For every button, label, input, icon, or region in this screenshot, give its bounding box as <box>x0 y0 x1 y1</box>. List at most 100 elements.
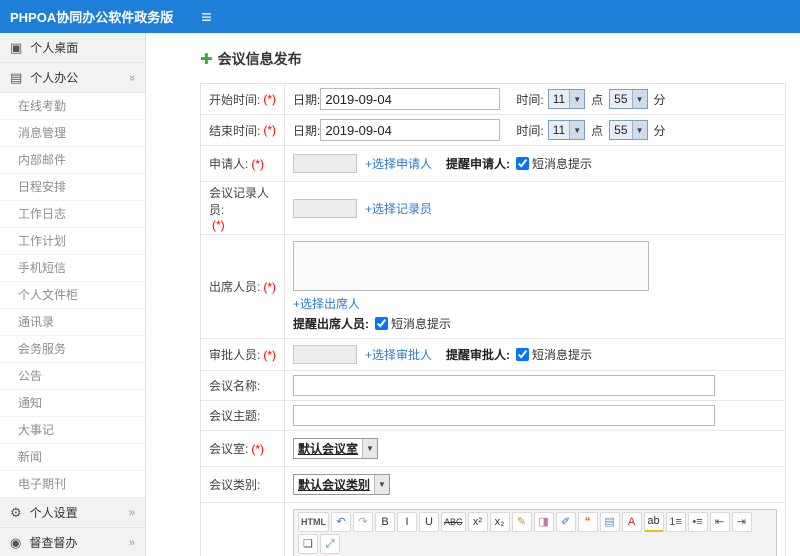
choose-attendees-link[interactable]: +选择出席人 <box>293 295 360 312</box>
required-mark: (*) <box>251 156 265 171</box>
strikethrough-icon[interactable]: ABC <box>441 512 466 532</box>
required-mark: (*) <box>263 347 277 362</box>
required-mark: (*) <box>263 123 277 137</box>
page-title-text: 会议信息发布 <box>217 51 302 67</box>
form-row-end-time: 结束时间: (*) 日期: 时间: 11 ▼ 点 55 ▼ <box>201 115 785 146</box>
choose-approver-link[interactable]: +选择审批人 <box>365 346 432 363</box>
new-document-icon[interactable]: ❏ <box>298 534 318 554</box>
form-row-approver: 审批人员: (*) +选择审批人 提醒审批人: 短消息提示 <box>201 339 785 371</box>
form-row-start-time: 开始时间: (*) 日期: 时间: 11 ▼ 点 55 ▼ <box>201 84 785 115</box>
choose-applicant-link[interactable]: +选择申请人 <box>365 155 432 172</box>
chevron-down-icon: ▼ <box>631 90 647 108</box>
meeting-name-label: 会议名称: <box>209 379 261 393</box>
recorder-label: 会议记录人员: <box>209 186 270 217</box>
sidebar-item[interactable]: 工作计划 <box>0 228 145 255</box>
pencil-icon[interactable]: ✎ <box>511 512 532 532</box>
meeting-category-label: 会议类别: <box>209 478 261 492</box>
underline-icon[interactable]: U <box>419 512 439 532</box>
chevron-down-icon: ▼ <box>569 90 585 108</box>
sidebar-item[interactable]: 公告 <box>0 363 145 390</box>
undo-icon[interactable]: ↶ <box>331 512 351 532</box>
sidebar-item[interactable]: 新闻 <box>0 444 145 471</box>
meeting-name-input[interactable] <box>293 375 715 396</box>
editor-toolbar-row1: HTML ↶ ↷ B I U ABC x² x₂ ✎ ◨ ✐ ❝ ▤ A ab … <box>294 510 776 556</box>
choose-recorder-link[interactable]: +选择记录员 <box>365 200 432 217</box>
bold-icon[interactable]: B <box>375 512 395 532</box>
indent-icon[interactable]: ⇥ <box>731 512 752 532</box>
sidebar-item[interactable]: 内部邮件 <box>0 147 145 174</box>
hamburger-menu-icon[interactable]: ≡ <box>201 8 212 26</box>
italic-icon[interactable]: I <box>397 512 417 532</box>
date-label: 日期: <box>293 92 321 107</box>
start-minute-select[interactable]: 55 ▼ <box>609 89 648 109</box>
sidebar-item[interactable]: 消息管理 <box>0 120 145 147</box>
sidebar-item-desktop[interactable]: ▣ 个人桌面 <box>0 33 145 63</box>
form-row-recorder: 会议记录人员: (*) +选择记录员 <box>201 182 785 235</box>
sidebar-item[interactable]: 日程安排 <box>0 174 145 201</box>
end-minute-select[interactable]: 55 ▼ <box>609 120 648 140</box>
sidebar-item[interactable]: 电子期刊 <box>0 471 145 498</box>
sidebar-item-office[interactable]: ▤ 个人办公 » <box>0 63 145 93</box>
sidebar-item[interactable]: 在线考勤 <box>0 93 145 120</box>
subscript-icon[interactable]: x₂ <box>489 512 510 532</box>
minute-unit: 分 <box>653 123 666 138</box>
form-row-meeting-room: 会议室: (*) 默认会议室 ▼ <box>201 431 785 467</box>
hour-unit: 点 <box>591 123 604 138</box>
eraser-icon[interactable]: ◨ <box>533 512 554 532</box>
recorder-input[interactable] <box>293 198 357 218</box>
sidebar-item-label: 个人设置 <box>29 506 78 520</box>
meeting-room-select[interactable]: 默认会议室 ▼ <box>293 438 379 459</box>
sidebar-item[interactable]: 大事记 <box>0 417 145 444</box>
start-hour-select[interactable]: 11 ▼ <box>547 89 586 109</box>
font-color-icon[interactable]: A <box>621 512 642 532</box>
page-title: ✚ 会议信息发布 <box>200 49 800 69</box>
unordered-list-icon[interactable]: •≡ <box>687 512 708 532</box>
attendees-textarea[interactable] <box>293 241 649 291</box>
page-edit-icon[interactable]: ▤ <box>599 512 620 532</box>
start-date-input[interactable] <box>320 88 501 110</box>
form-row-meeting-name: 会议名称: <box>201 371 785 401</box>
redo-icon[interactable]: ↷ <box>353 512 373 532</box>
attendees-sms-checkbox[interactable] <box>375 317 388 330</box>
blockquote-icon[interactable]: ❝ <box>577 512 598 532</box>
sidebar-item[interactable]: 会务服务 <box>0 336 145 363</box>
outdent-icon[interactable]: ⇤ <box>709 512 730 532</box>
chevron-right-icon: » <box>128 536 135 549</box>
format-brush-icon[interactable]: ✐ <box>555 512 576 532</box>
chevron-down-icon: ▼ <box>569 121 585 139</box>
superscript-icon[interactable]: x² <box>467 512 488 532</box>
applicant-input[interactable] <box>293 154 357 173</box>
sidebar-item[interactable]: 通知 <box>0 390 145 417</box>
sidebar-item[interactable]: 工作日志 <box>0 201 145 228</box>
sms-label: 短消息提示 <box>532 157 593 171</box>
approver-input[interactable] <box>293 345 357 364</box>
sidebar-item-label: 个人办公 <box>30 71 79 85</box>
monitor-icon: ◉ <box>10 534 22 550</box>
sidebar-item[interactable]: 通讯录 <box>0 309 145 336</box>
remind-attendees-label: 提醒出席人员: <box>293 317 369 331</box>
end-hour-select[interactable]: 11 ▼ <box>547 120 586 140</box>
html-source-icon[interactable]: HTML <box>298 512 329 532</box>
sidebar-office-submenu: 在线考勤 消息管理 内部邮件 日程安排 工作日志 工作计划 手机短信 个人文件柜… <box>0 93 145 498</box>
approver-sms-checkbox[interactable] <box>516 348 530 361</box>
sidebar-item-supervision[interactable]: ◉ 督查督办 » <box>0 528 145 556</box>
applicant-sms-checkbox[interactable] <box>516 157 530 170</box>
applicant-label: 申请人: <box>209 157 249 171</box>
time-label: 时间: <box>516 123 544 138</box>
sidebar-item[interactable]: 个人文件柜 <box>0 282 145 309</box>
add-icon: ✚ <box>200 51 213 68</box>
fullscreen-icon[interactable]: ⤢ <box>320 534 340 554</box>
remind-approver-label: 提醒审批人: <box>446 348 511 362</box>
chevron-down-icon: ▼ <box>374 475 390 494</box>
end-date-input[interactable] <box>320 119 501 141</box>
meeting-topic-input[interactable] <box>293 405 715 426</box>
chevron-down-icon: » <box>125 74 138 81</box>
sidebar-item-settings[interactable]: ⚙ 个人设置 » <box>0 498 145 528</box>
highlight-color-icon[interactable]: ab <box>643 512 664 532</box>
attendees-label: 出席人员: <box>209 280 261 294</box>
meeting-category-select[interactable]: 默认会议类别 ▼ <box>293 474 391 495</box>
chevron-down-icon: ▼ <box>362 439 378 458</box>
approver-label: 审批人员: <box>209 348 261 362</box>
ordered-list-icon[interactable]: 1≡ <box>665 512 686 532</box>
sidebar-item[interactable]: 手机短信 <box>0 255 145 282</box>
